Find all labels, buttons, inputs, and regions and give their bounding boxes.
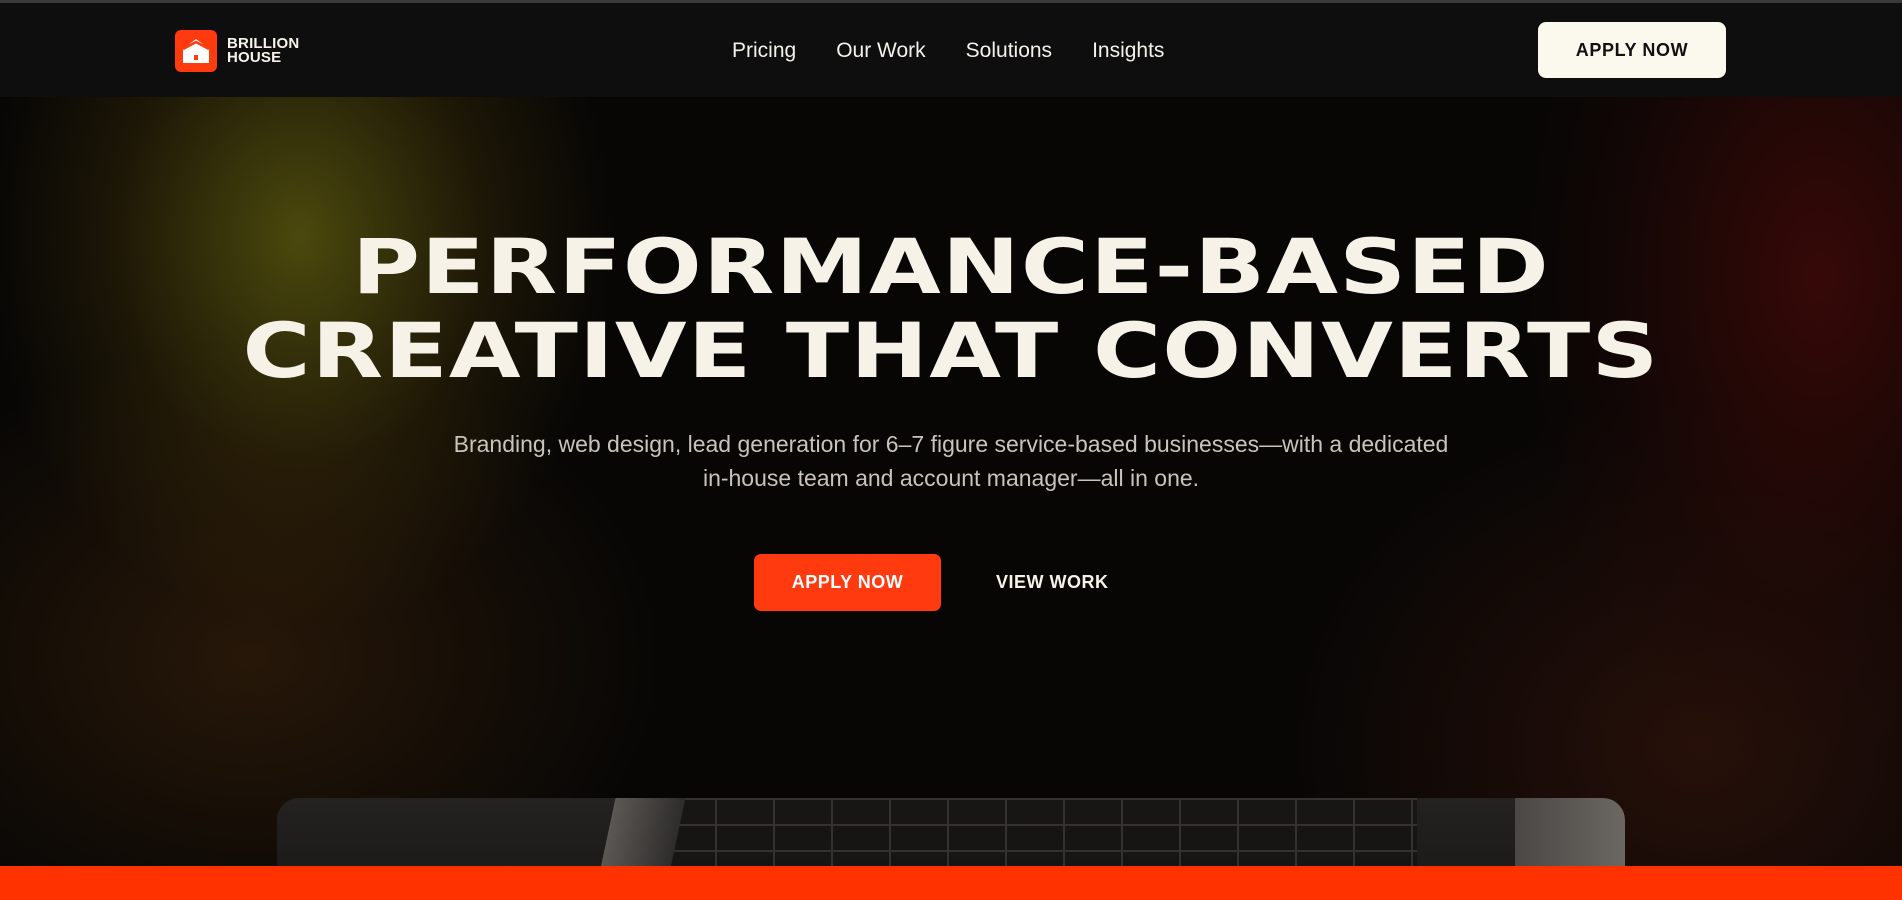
hero-view-work-link[interactable]: VIEW WORK bbox=[996, 572, 1109, 593]
nav-link-solutions[interactable]: Solutions bbox=[966, 36, 1052, 66]
hero-actions: APPLY NOW VIEW WORK bbox=[754, 554, 1109, 611]
navbar: BRILLION HOUSE Pricing Our Work Solution… bbox=[0, 3, 1902, 97]
page: BRILLION HOUSE Pricing Our Work Solution… bbox=[0, 0, 1902, 900]
brand-wordmark: BRILLION HOUSE bbox=[227, 36, 299, 66]
hero-section: PERFORMANCE-BASED CREATIVE THAT CONVERTS… bbox=[0, 97, 1902, 900]
hero-title: PERFORMANCE-BASED CREATIVE THAT CONVERTS bbox=[0, 225, 1902, 393]
top-border bbox=[0, 0, 1902, 3]
nav-apply-now-button[interactable]: APPLY NOW bbox=[1538, 22, 1726, 78]
bottom-accent-bar bbox=[0, 866, 1902, 900]
primary-nav: Pricing Our Work Solutions Insights bbox=[732, 36, 1164, 66]
hero-title-line2: CREATIVE THAT CONVERTS bbox=[242, 306, 1660, 395]
nav-link-our-work[interactable]: Our Work bbox=[836, 36, 925, 66]
hero-title-line1: PERFORMANCE-BASED bbox=[351, 222, 1551, 311]
hero-apply-now-button[interactable]: APPLY NOW bbox=[754, 554, 941, 611]
nav-link-insights[interactable]: Insights bbox=[1092, 36, 1164, 66]
hero-subtitle: Branding, web design, lead generation fo… bbox=[453, 431, 1449, 491]
house-logo-icon bbox=[175, 30, 217, 72]
brand-logo-link[interactable]: BRILLION HOUSE bbox=[175, 30, 299, 72]
nav-link-pricing[interactable]: Pricing bbox=[732, 36, 796, 66]
brand-name-line2: HOUSE bbox=[227, 49, 282, 66]
